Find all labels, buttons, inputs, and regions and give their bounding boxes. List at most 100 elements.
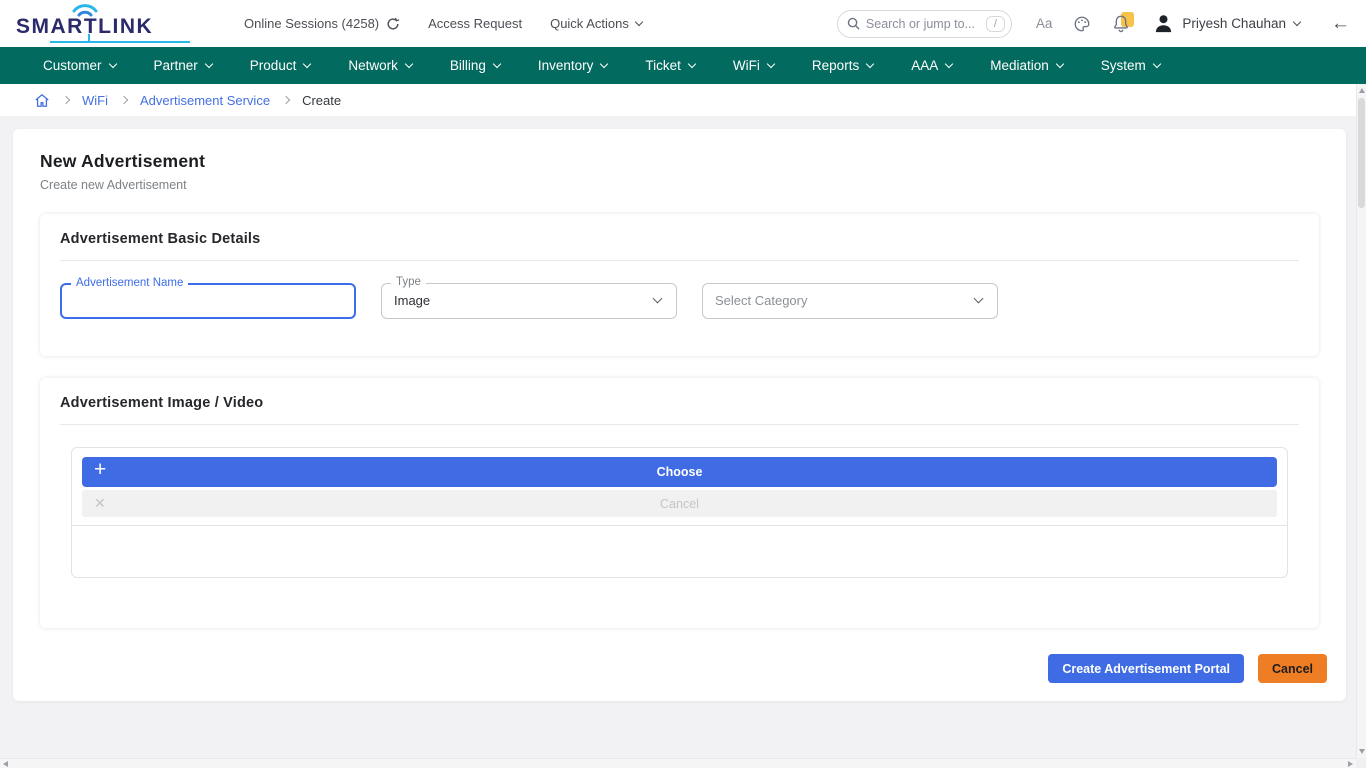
form-actions: Create Advertisement Portal Cancel: [1048, 654, 1327, 683]
type-value: Image: [382, 293, 430, 308]
choose-button-label: Choose: [657, 465, 703, 479]
type-label: Type: [391, 276, 426, 288]
upload-cancel-button[interactable]: ✕ Cancel: [82, 490, 1277, 517]
nav-item-product[interactable]: Product: [231, 47, 330, 84]
chevron-down-icon: [653, 294, 663, 304]
notifications-bell-icon[interactable]: [1112, 14, 1132, 34]
top-bar: SMARTLINK Online Sessions (4258) Access …: [0, 0, 1366, 47]
scroll-right-arrow[interactable]: [1348, 761, 1353, 767]
nav-label: Billing: [450, 58, 486, 73]
chevron-down-icon: [405, 60, 413, 68]
logo-text: SMARTLINK: [16, 15, 153, 39]
nav-label: Customer: [43, 58, 102, 73]
scroll-down-arrow[interactable]: [1359, 749, 1365, 754]
nav-item-network[interactable]: Network: [329, 47, 431, 84]
nav-label: System: [1101, 58, 1146, 73]
scroll-left-arrow[interactable]: [3, 761, 8, 767]
nav-item-ticket[interactable]: Ticket: [626, 47, 714, 84]
chevron-down-icon: [767, 60, 775, 68]
quick-actions-menu[interactable]: Quick Actions: [550, 16, 642, 31]
vertical-scrollbar[interactable]: [1356, 84, 1366, 758]
choose-file-button[interactable]: + Choose: [82, 457, 1277, 487]
nav-item-partner[interactable]: Partner: [135, 47, 231, 84]
search-icon: [847, 17, 860, 30]
basic-details-section: Advertisement Basic Details Advertisemen…: [40, 214, 1319, 356]
cancel-button[interactable]: Cancel: [1258, 654, 1327, 683]
nav-label: Ticket: [645, 58, 681, 73]
category-select[interactable]: Select Category: [702, 283, 998, 319]
breadcrumb-wifi-link[interactable]: WiFi: [82, 93, 108, 108]
upload-dropzone[interactable]: [71, 526, 1288, 578]
media-heading: Advertisement Image / Video: [60, 395, 1299, 411]
chevron-right-icon: [282, 96, 290, 104]
breadcrumb-service-link[interactable]: Advertisement Service: [140, 93, 270, 108]
nav-item-customer[interactable]: Customer: [24, 47, 135, 84]
scroll-up-arrow[interactable]: [1359, 88, 1365, 93]
global-search[interactable]: /: [837, 10, 1012, 38]
page-subtitle: Create new Advertisement: [40, 178, 1319, 192]
scrollbar-corner: [1356, 758, 1366, 768]
search-input[interactable]: [866, 17, 980, 31]
chevron-down-icon: [974, 294, 984, 304]
horizontal-scrollbar[interactable]: [0, 758, 1356, 768]
chevron-down-icon: [205, 60, 213, 68]
logo-underline: [50, 41, 190, 43]
advertisement-name-label: Advertisement Name: [71, 277, 188, 289]
upload-cancel-label: Cancel: [660, 497, 699, 511]
chevron-down-icon: [866, 60, 874, 68]
user-name: Priyesh Chauhan: [1182, 16, 1286, 31]
back-arrow-icon[interactable]: ←: [1331, 13, 1350, 35]
refresh-icon[interactable]: [386, 17, 400, 31]
file-upload-widget: + Choose ✕ Cancel: [71, 447, 1288, 578]
chevron-down-icon: [303, 60, 311, 68]
create-advertisement-button[interactable]: Create Advertisement Portal: [1048, 654, 1244, 683]
type-select[interactable]: Type Image: [381, 283, 677, 319]
home-icon[interactable]: [34, 93, 50, 108]
search-shortcut-badge: /: [986, 16, 1005, 32]
nav-label: Mediation: [990, 58, 1049, 73]
chevron-down-icon: [1293, 18, 1301, 26]
nav-item-reports[interactable]: Reports: [793, 47, 892, 84]
quick-actions-label: Quick Actions: [550, 16, 629, 31]
online-sessions-label: Online Sessions (4258): [244, 16, 379, 31]
plus-icon: +: [94, 458, 106, 482]
chevron-down-icon: [945, 60, 953, 68]
divider: [60, 260, 1299, 261]
nav-item-system[interactable]: System: [1082, 47, 1179, 84]
chevron-right-icon: [120, 96, 128, 104]
wifi-signal-icon: [72, 2, 98, 18]
advertisement-name-field[interactable]: Advertisement Name: [60, 283, 356, 319]
breadcrumb: WiFi Advertisement Service Create: [0, 84, 1356, 116]
theme-palette-icon[interactable]: [1073, 15, 1091, 33]
nav-item-billing[interactable]: Billing: [431, 47, 519, 84]
new-advertisement-card: New Advertisement Create new Advertiseme…: [13, 129, 1346, 701]
access-request-link[interactable]: Access Request: [428, 16, 522, 31]
font-size-toggle[interactable]: Aa: [1036, 16, 1053, 31]
nav-item-inventory[interactable]: Inventory: [519, 47, 627, 84]
chevron-down-icon: [635, 18, 643, 26]
breadcrumb-current: Create: [302, 93, 341, 108]
chevron-down-icon: [493, 60, 501, 68]
smartlink-logo[interactable]: SMARTLINK: [16, 4, 194, 44]
chevron-down-icon: [600, 60, 608, 68]
upload-header: + Choose ✕ Cancel: [71, 447, 1288, 526]
category-placeholder: Select Category: [703, 293, 808, 308]
nav-label: WiFi: [733, 58, 760, 73]
nav-item-wifi[interactable]: WiFi: [714, 47, 793, 84]
nav-label: Network: [348, 58, 398, 73]
nav-label: AAA: [911, 58, 938, 73]
advertisement-name-value: [62, 294, 74, 309]
basic-details-heading: Advertisement Basic Details: [60, 231, 1299, 247]
avatar: [1153, 13, 1174, 34]
nav-label: Product: [250, 58, 297, 73]
nav-item-aaa[interactable]: AAA: [892, 47, 971, 84]
chevron-right-icon: [62, 96, 70, 104]
access-request-label: Access Request: [428, 16, 522, 31]
nav-label: Reports: [812, 58, 859, 73]
nav-label: Partner: [154, 58, 198, 73]
online-sessions: Online Sessions (4258): [244, 16, 400, 31]
media-section: Advertisement Image / Video + Choose ✕ C…: [40, 378, 1319, 628]
nav-item-mediation[interactable]: Mediation: [971, 47, 1082, 84]
vertical-scroll-thumb[interactable]: [1358, 98, 1365, 208]
user-menu[interactable]: Priyesh Chauhan: [1153, 13, 1300, 34]
